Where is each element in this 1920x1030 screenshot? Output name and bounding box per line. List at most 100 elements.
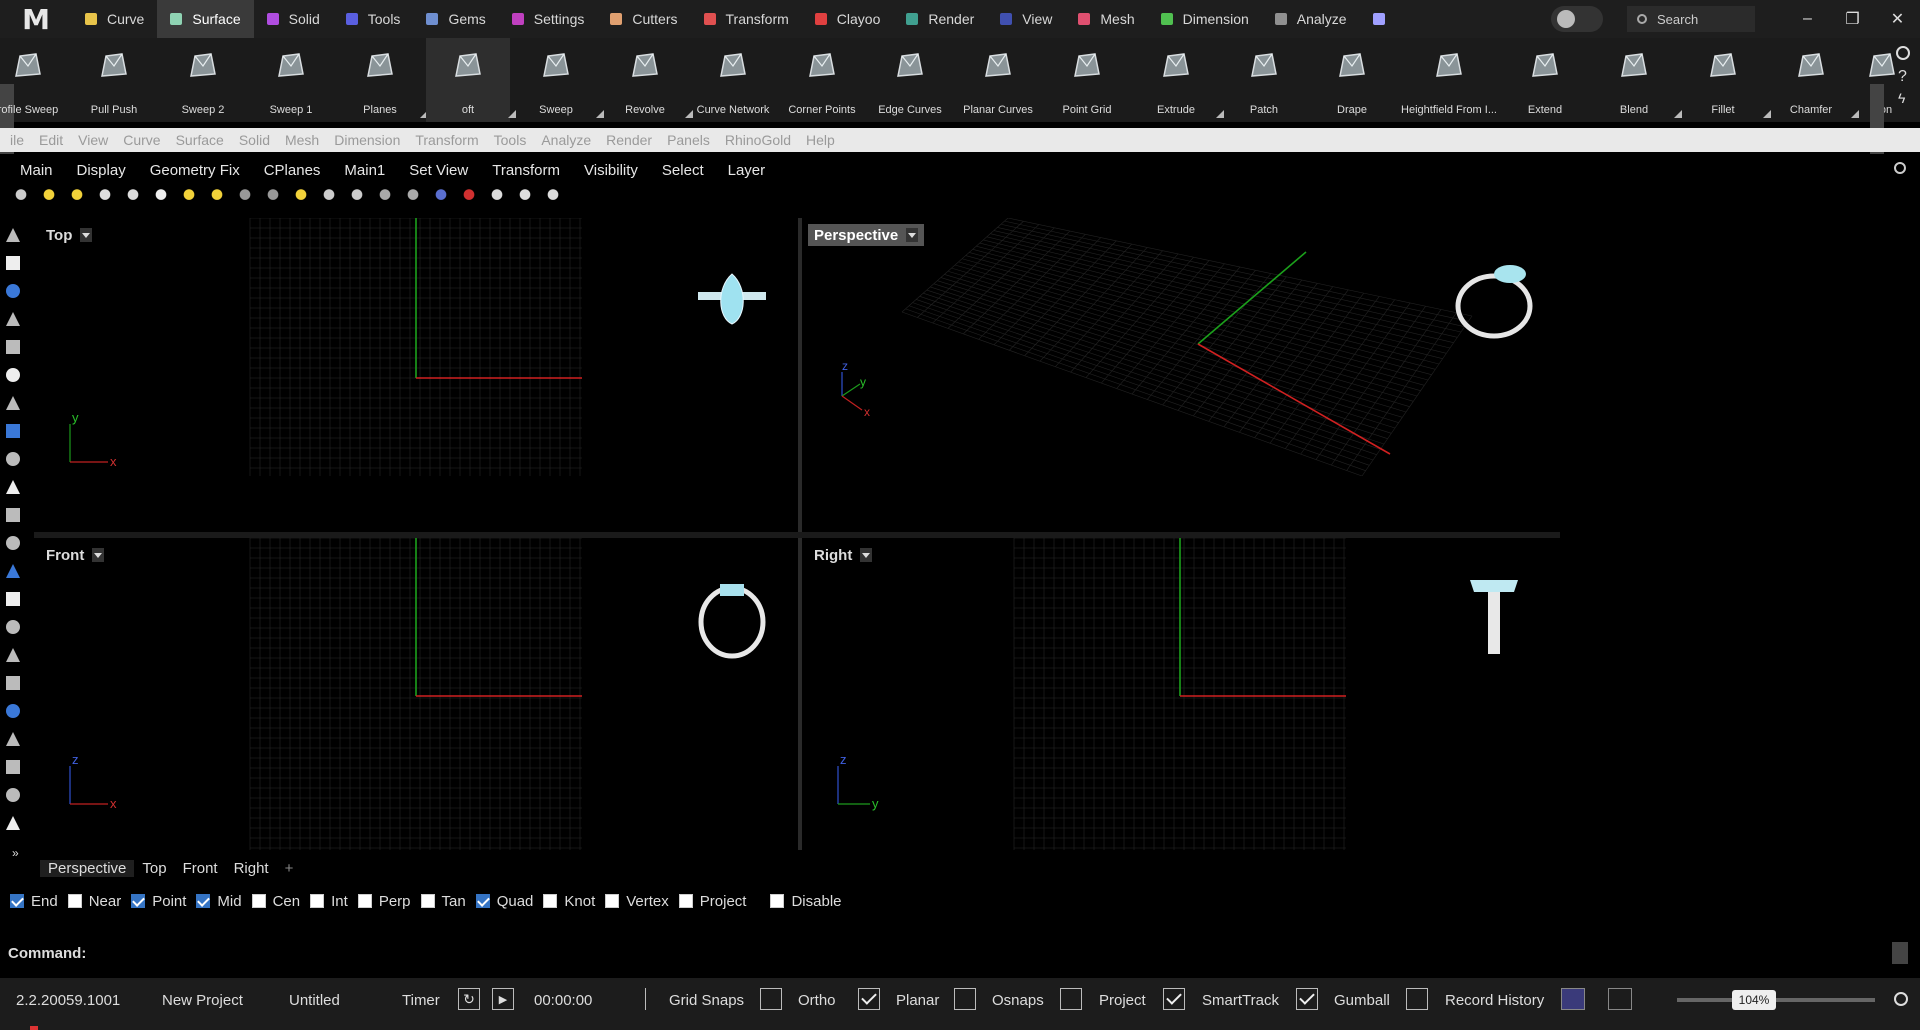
osnap-checkbox[interactable] xyxy=(420,894,435,908)
ribbon-extend-button[interactable]: Extend xyxy=(1503,38,1587,122)
left-tool-icon[interactable] xyxy=(6,564,20,578)
osnap-checkbox[interactable] xyxy=(678,894,693,908)
toolbar-tool-icon[interactable] xyxy=(434,189,448,205)
left-tool-icon[interactable] xyxy=(6,396,20,410)
toggle-record-history-checkbox[interactable] xyxy=(1406,988,1428,1010)
zoom-slider-handle[interactable]: 104% xyxy=(1732,990,1776,1010)
menu-solid[interactable]: Solid xyxy=(239,132,270,148)
osnap-checkbox[interactable] xyxy=(310,894,325,908)
left-tool-icon[interactable] xyxy=(6,256,20,270)
tab-gems[interactable]: Gems xyxy=(413,0,498,38)
status-settings-icon[interactable] xyxy=(1894,992,1908,1006)
left-tool-icon[interactable] xyxy=(6,284,20,298)
ribbon-extrude-button[interactable]: Extrude xyxy=(1134,38,1224,122)
toolbar-tab-layer[interactable]: Layer xyxy=(728,162,766,179)
left-tool-icon[interactable] xyxy=(6,816,20,830)
osnap-point[interactable]: Point xyxy=(131,893,186,910)
osnap-project[interactable]: Project xyxy=(678,893,746,910)
menu-curve[interactable]: Curve xyxy=(123,132,160,148)
viewport-top-label[interactable]: Top xyxy=(40,224,98,246)
left-tool-icon[interactable] xyxy=(6,340,20,354)
left-tool-icon[interactable] xyxy=(6,228,20,242)
viewport-perspective[interactable]: zy x Perspective xyxy=(802,218,1560,476)
toggle-record-history[interactable]: Record History xyxy=(1445,992,1544,1009)
viewport-right[interactable]: zy Right xyxy=(802,538,1560,850)
osnap-tan[interactable]: Tan xyxy=(420,893,466,910)
toolbar-tab-cplanes[interactable]: CPlanes xyxy=(264,162,321,179)
left-tool-icon[interactable] xyxy=(6,536,20,550)
toolbar-tab-main1[interactable]: Main1 xyxy=(344,162,385,179)
viewport-perspective-label[interactable]: Perspective xyxy=(808,224,925,246)
menu-transform[interactable]: Transform xyxy=(415,132,478,148)
ribbon-sweep-button[interactable]: Sweep xyxy=(514,38,604,122)
toggle-osnaps-checkbox[interactable] xyxy=(954,988,976,1010)
ribbon-drape-button[interactable]: Drape xyxy=(1310,38,1394,122)
toggle-project[interactable]: Project xyxy=(1099,992,1146,1009)
menu-dimension[interactable]: Dimension xyxy=(334,132,400,148)
toggle-smarttrack[interactable]: SmartTrack xyxy=(1202,992,1279,1009)
toggle-ortho-checkbox[interactable] xyxy=(760,988,782,1010)
osnap-knot[interactable]: Knot xyxy=(543,893,595,910)
viewport-front[interactable]: zx Front xyxy=(34,538,798,850)
toolbar-tool-icon[interactable] xyxy=(350,189,364,205)
timer-reset-icon[interactable]: ↻ xyxy=(458,988,480,1010)
menu-mesh[interactable]: Mesh xyxy=(285,132,319,148)
ribbon-fillet-button[interactable]: Fillet xyxy=(1681,38,1771,122)
ring-model-front[interactable] xyxy=(698,584,766,659)
toolbar-tool-icon[interactable] xyxy=(518,189,532,205)
osnap-checkbox[interactable] xyxy=(67,894,82,908)
osnap-checkbox[interactable] xyxy=(605,894,620,908)
ribbon-revolve-button[interactable]: Revolve xyxy=(603,38,693,122)
tab-dimension[interactable]: Dimension xyxy=(1148,0,1262,38)
layer-panel-icon[interactable] xyxy=(1608,988,1632,1010)
ribbon-edge-curves-button[interactable]: Edge Curves xyxy=(868,38,952,122)
tab-view[interactable]: View xyxy=(987,0,1065,38)
tab-settings[interactable]: Settings xyxy=(499,0,598,38)
toolbar-tool-icon[interactable] xyxy=(238,189,252,205)
viewport-menu-dropdown-icon[interactable] xyxy=(92,548,105,562)
osnap-mid[interactable]: Mid xyxy=(196,893,242,910)
tab-tools[interactable]: Tools xyxy=(333,0,414,38)
left-tool-icon[interactable] xyxy=(6,788,20,802)
osnap-checkbox[interactable] xyxy=(543,894,558,908)
toolbar-tool-icon[interactable] xyxy=(154,189,168,205)
ribbon-profile-sweep-button[interactable]: rofile Sweep xyxy=(0,38,70,122)
osnap-checkbox[interactable] xyxy=(357,894,372,908)
left-tool-icon[interactable] xyxy=(6,760,20,774)
ribbon-blend-button[interactable]: Blend xyxy=(1592,38,1682,122)
view-tab-front[interactable]: Front xyxy=(175,860,226,877)
osnap-perp[interactable]: Perp xyxy=(357,893,411,910)
osnap-quad[interactable]: Quad xyxy=(475,893,533,910)
display-mode-icon[interactable] xyxy=(1561,988,1585,1010)
ribbon-planes-button[interactable]: Planes xyxy=(338,38,428,122)
osnap-checkbox[interactable] xyxy=(251,894,266,908)
toggle-gumball-checkbox[interactable] xyxy=(1296,988,1318,1010)
toggle-project-checkbox[interactable] xyxy=(1060,988,1082,1010)
left-tool-icon[interactable] xyxy=(6,424,20,438)
left-toolbar-more-icon[interactable]: » xyxy=(12,846,19,860)
view-tab-right[interactable]: Right xyxy=(226,860,277,877)
left-tool-icon[interactable] xyxy=(6,312,20,326)
restore-button[interactable]: ❐ xyxy=(1830,0,1875,38)
toolbar-tool-icon[interactable] xyxy=(406,189,420,205)
left-tool-icon[interactable] xyxy=(6,480,20,494)
tab-surface[interactable]: Surface xyxy=(157,0,254,38)
toggle-ortho[interactable]: Ortho xyxy=(798,992,836,1009)
close-button[interactable]: ✕ xyxy=(1875,0,1920,38)
left-tool-icon[interactable] xyxy=(6,732,20,746)
toolbar-tool-icon[interactable] xyxy=(210,189,224,205)
left-tool-icon[interactable] xyxy=(6,508,20,522)
command-line[interactable]: Command: xyxy=(0,940,1920,966)
menu-surface[interactable]: Surface xyxy=(176,132,224,148)
viewport-splitter-horizontal[interactable] xyxy=(34,532,1560,538)
osnap-vertex[interactable]: Vertex xyxy=(605,893,669,910)
toolbar-tool-icon[interactable] xyxy=(294,189,308,205)
osnap-end[interactable]: End xyxy=(10,893,58,910)
view-tab-perspective[interactable]: Perspective xyxy=(40,859,135,877)
ribbon-loft-button[interactable]: oft xyxy=(426,38,516,122)
toolbar-tool-icon[interactable] xyxy=(14,189,28,205)
toggle-planar[interactable]: Planar xyxy=(896,992,939,1009)
toggle-grid-snaps-checkbox[interactable] xyxy=(640,988,646,1010)
menu-render[interactable]: Render xyxy=(606,132,652,148)
toolbar-tab-main[interactable]: Main xyxy=(20,162,53,179)
